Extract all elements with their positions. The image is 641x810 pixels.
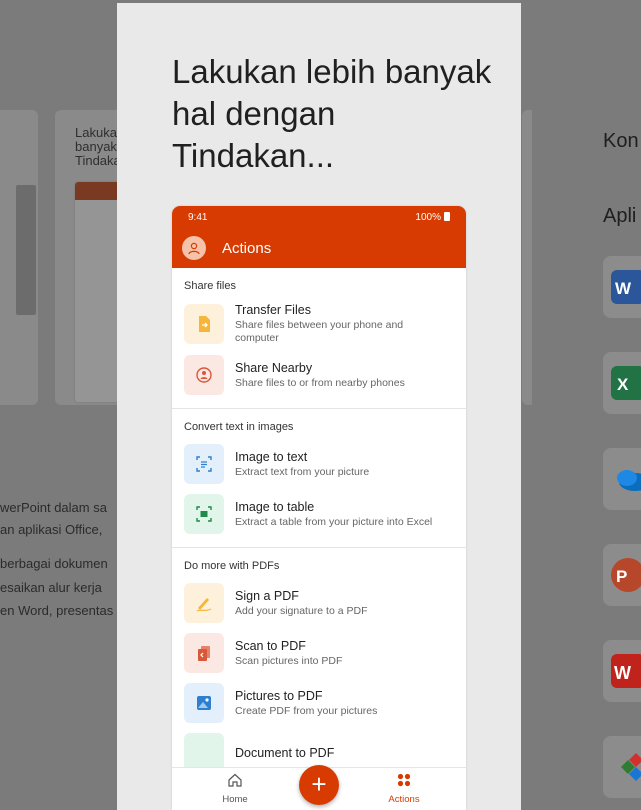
action-label: Transfer Files <box>235 303 311 317</box>
action-description: Extract text from your picture <box>235 465 370 478</box>
action-label: Image to text <box>235 449 308 464</box>
onedrive-app-tile <box>603 448 641 510</box>
battery-icon <box>444 211 450 221</box>
section-title-pdfs: Do more with PDFs <box>184 560 280 572</box>
background-text-line: esaikan alur kerja <box>0 580 102 595</box>
action-description: Add your signature to a PDF <box>235 604 368 617</box>
action-description: Scan pictures into PDF <box>235 654 343 667</box>
section-title-share-files: Share files <box>184 280 236 292</box>
word-app-tile: W <box>603 256 641 318</box>
action-label: Document to PDF <box>235 746 335 760</box>
app-bar: Actions <box>172 228 466 268</box>
background-card-middle: Lakukan banyak Tindakan <box>55 110 128 405</box>
create-fab-button[interactable]: + <box>299 765 339 805</box>
action-description: Extract a table from your picture into E… <box>235 515 433 528</box>
action-label: Share Nearby <box>235 360 313 375</box>
action-scan-to-pdf[interactable]: Scan to PDF Scan pictures into PDF <box>172 628 466 678</box>
action-description: Share files to or from nearby phones <box>235 376 405 389</box>
user-icon <box>188 242 200 255</box>
status-bar: 9:41 100% <box>172 206 466 228</box>
action-label: Sign a PDF <box>235 588 299 603</box>
scan-to-pdf-icon <box>184 633 224 673</box>
background-text-line: an aplikasi Office, <box>0 522 103 537</box>
transfer-files-icon <box>184 304 224 344</box>
background-text-line: berbagai dokumen <box>0 556 108 571</box>
background-text-line: en Word, presentas <box>0 603 114 618</box>
section-title-convert-text: Convert text in images <box>184 421 294 433</box>
pictures-to-pdf-icon <box>184 683 224 723</box>
excel-icon: X <box>611 366 641 400</box>
action-image-to-table[interactable]: Image to table Extract a table from your… <box>172 489 466 539</box>
background-card-right <box>522 110 532 405</box>
background-phone-preview <box>16 185 36 315</box>
wps-app-tile: W <box>603 640 641 702</box>
avatar[interactable] <box>182 236 206 260</box>
image-to-text-icon <box>184 444 224 484</box>
onboarding-dialog: Lakukan lebih banyak hal dengan Tindakan… <box>117 3 521 810</box>
action-label: Scan to PDF <box>235 638 306 653</box>
svg-text:W: W <box>614 663 631 683</box>
powerpoint-icon: P <box>611 558 641 592</box>
action-description: Create PDF from your pictures <box>235 704 378 717</box>
action-description: Share files between your phone and compu… <box>235 319 404 344</box>
nav-home[interactable]: Home <box>220 772 250 805</box>
background-text-line: werPoint dalam sa <box>0 500 107 515</box>
action-transfer-files[interactable]: Transfer Files Share files between your … <box>172 298 466 350</box>
onedrive-icon <box>611 462 641 496</box>
status-time: 9:41 <box>188 211 208 223</box>
dialog-headline: Lakukan lebih banyak hal dengan Tindakan… <box>172 53 492 174</box>
action-pictures-to-pdf[interactable]: Pictures to PDF Create PDF from your pic… <box>172 678 466 728</box>
action-sign-pdf[interactable]: Sign a PDF Add your signature to a PDF <box>172 578 466 628</box>
phone-preview: 9:41 100% Actions Share files Transfer F… <box>172 206 466 810</box>
app-bar-title: Actions <box>222 239 272 257</box>
app-icon <box>611 750 641 784</box>
nav-actions[interactable]: Actions <box>384 772 424 805</box>
action-label: Pictures to PDF <box>235 688 323 703</box>
powerpoint-app-tile: P <box>603 544 641 606</box>
home-icon <box>228 773 242 787</box>
svg-text:X: X <box>617 375 629 394</box>
svg-text:P: P <box>616 567 627 586</box>
action-image-to-text[interactable]: Image to text Extract text from your pic… <box>172 439 466 489</box>
actions-grid-icon <box>397 773 411 787</box>
background-section-label: Kon <box>603 130 639 152</box>
action-share-nearby[interactable]: Share Nearby Share files to or from near… <box>172 350 466 400</box>
status-battery-text: 100% <box>415 211 441 223</box>
wps-icon: W <box>611 654 641 688</box>
nav-actions-label: Actions <box>388 794 420 805</box>
share-nearby-icon <box>184 355 224 395</box>
svg-text:W: W <box>615 279 632 298</box>
action-label: Image to table <box>235 499 315 514</box>
background-section-label: Apli <box>603 205 637 227</box>
excel-app-tile: X <box>603 352 641 414</box>
sign-pdf-icon <box>184 583 224 623</box>
image-to-table-icon <box>184 494 224 534</box>
background-card-left <box>0 110 38 405</box>
word-icon: W <box>611 270 641 304</box>
nav-home-label: Home <box>222 794 248 805</box>
app-tile <box>603 736 641 798</box>
